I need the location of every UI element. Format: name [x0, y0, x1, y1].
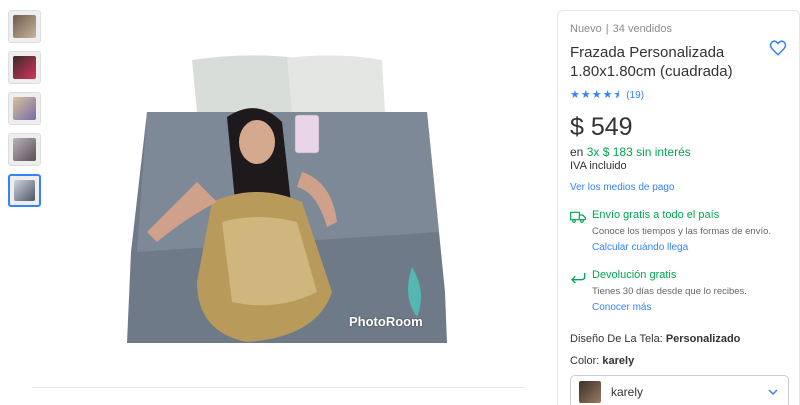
color-value: karely: [602, 355, 635, 367]
main-product-image[interactable]: PhotoRoom: [127, 52, 447, 343]
installments-highlight: 3x $ 183 sin interés: [586, 145, 691, 159]
thumbnail-gallery: [8, 10, 44, 215]
payment-methods-link[interactable]: Ver los medios de pago: [570, 182, 787, 193]
rating-stars-icon: ★★★★⯨: [570, 89, 621, 101]
divider: [32, 387, 524, 388]
installments: en 3x $ 183 sin interés: [570, 145, 787, 159]
return-arrow-icon: [571, 273, 586, 284]
rating[interactable]: ★★★★⯨ (19): [570, 86, 787, 105]
fabric-value: Personalizado: [665, 333, 741, 345]
color-option-thumbnail: [579, 381, 601, 403]
product-info-panel: Nuevo | 34 vendidos Frazada Personalizada …: [557, 10, 800, 405]
color-select[interactable]: karely: [570, 375, 789, 405]
thumbnail-2[interactable]: [8, 51, 41, 84]
chevron-down-icon: [768, 389, 778, 396]
color-select-value: karely: [611, 385, 644, 399]
shipping-feature: Envío gratis a todo el país Conoce los t…: [570, 209, 787, 253]
thumbnail-1[interactable]: [8, 10, 41, 43]
blanket-image: [127, 55, 447, 343]
thumbnail-4[interactable]: [8, 133, 41, 166]
thumbnail-5[interactable]: [8, 174, 41, 207]
product-meta: Nuevo | 34 vendidos: [570, 23, 672, 35]
returns-subtitle: Tienes 30 días desde que lo recibes.: [592, 286, 747, 297]
rating-count[interactable]: (19): [626, 90, 644, 101]
fabric-spec: Diseño De La Tela: Personalizado: [570, 333, 787, 345]
returns-feature: Devolución gratis Tienes 30 días desde q…: [570, 269, 787, 313]
sold-count: 34 vendidos: [612, 23, 672, 35]
shipping-calc-link[interactable]: Calcular cuándo llega: [592, 242, 771, 253]
price: $ 549: [570, 113, 633, 141]
installments-prefix: en: [570, 145, 584, 159]
truck-icon: [570, 211, 586, 223]
condition-label: Nuevo: [570, 23, 602, 35]
returns-link[interactable]: Conocer más: [592, 302, 747, 313]
color-label: Color:: [570, 355, 600, 367]
shipping-title: Envío gratis a todo el país: [592, 209, 720, 221]
product-title: Frazada Personalizada 1.80x1.80cm (cuadr…: [570, 44, 733, 80]
thumbnail-3[interactable]: [8, 92, 41, 125]
heart-icon[interactable]: [769, 39, 787, 57]
returns-title: Devolución gratis: [592, 269, 677, 281]
shipping-subtitle: Conoce los tiempos y las formas de envío…: [592, 226, 772, 237]
fabric-label: Diseño De La Tela:: [570, 333, 663, 345]
iva-label: IVA incluido: [570, 160, 627, 172]
photoroom-watermark: PhotoRoom: [349, 314, 423, 329]
color-spec: Color: karely: [570, 355, 787, 367]
